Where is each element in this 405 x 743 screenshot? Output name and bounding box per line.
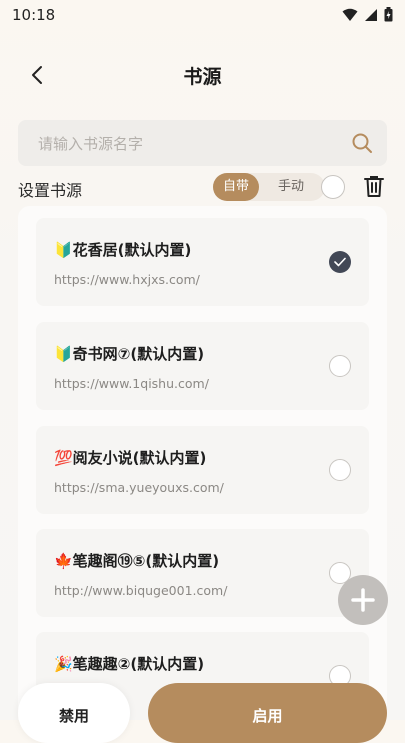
source-name: 🔰奇书网⑦(默认内置) <box>54 345 205 363</box>
status-time: 10:18 <box>12 6 56 24</box>
enable-button-label: 启用 <box>252 707 283 725</box>
source-name: 🎉笔趣趣②(默认内置) <box>54 655 205 673</box>
source-item[interactable]: 🔰花香居(默认内置) https://www.hxjxs.com/ <box>36 218 369 306</box>
source-item[interactable]: 🔰奇书网⑦(默认内置) https://www.1qishu.com/ <box>36 322 369 410</box>
source-name: 💯阅友小说(默认内置) <box>54 449 207 467</box>
enable-button[interactable]: 启用 <box>148 683 387 743</box>
search-box <box>18 120 387 168</box>
battery-icon <box>384 7 393 22</box>
search-icon[interactable] <box>351 132 373 154</box>
app-header: 书源 <box>0 56 405 96</box>
disable-button-label: 禁用 <box>58 707 89 725</box>
source-radio[interactable] <box>329 459 351 481</box>
select-all-radio[interactable] <box>321 175 345 199</box>
search-input[interactable] <box>36 120 340 168</box>
source-url: https://www.1qishu.com/ <box>54 376 209 391</box>
filter-label: 设置书源 <box>18 181 83 200</box>
page-title: 书源 <box>183 66 222 88</box>
source-mode-toggle: 自带 手动 <box>213 173 325 201</box>
trash-icon[interactable] <box>362 174 386 198</box>
source-name: 🍁笔趣阁⑲⑤(默认内置) <box>54 552 220 570</box>
source-list: 🔰花香居(默认内置) https://www.hxjxs.com/ 🔰奇书网⑦(… <box>18 206 387 720</box>
source-item[interactable]: 💯阅友小说(默认内置) https://sma.yueyouxs.com/ <box>36 426 369 514</box>
signal-icon <box>365 8 377 21</box>
source-radio[interactable] <box>329 355 351 377</box>
source-url: https://sma.yueyouxs.com/ <box>54 480 224 495</box>
add-source-button[interactable] <box>338 575 388 625</box>
bottom-action-bar: 禁用 启用 <box>0 683 405 743</box>
status-icons <box>342 7 393 22</box>
plus-icon <box>351 588 375 612</box>
source-item[interactable]: 🍁笔趣阁⑲⑤(默认内置) http://www.biquge001.com/ <box>36 529 369 617</box>
source-url: https://www.hxjxs.com/ <box>54 272 200 287</box>
source-url: http://www.biquge001.com/ <box>54 583 228 598</box>
disable-button[interactable]: 禁用 <box>18 683 130 743</box>
mode-builtin-tab[interactable]: 自带 <box>213 173 259 201</box>
status-bar: 10:18 <box>0 0 405 32</box>
check-icon <box>334 257 346 267</box>
source-radio-checked[interactable] <box>329 251 351 273</box>
mode-manual-tab[interactable]: 手动 <box>263 173 319 201</box>
filter-row: 设置书源 自带 手动 <box>18 172 387 202</box>
wifi-icon <box>342 8 358 21</box>
source-name: 🔰花香居(默认内置) <box>54 241 192 259</box>
